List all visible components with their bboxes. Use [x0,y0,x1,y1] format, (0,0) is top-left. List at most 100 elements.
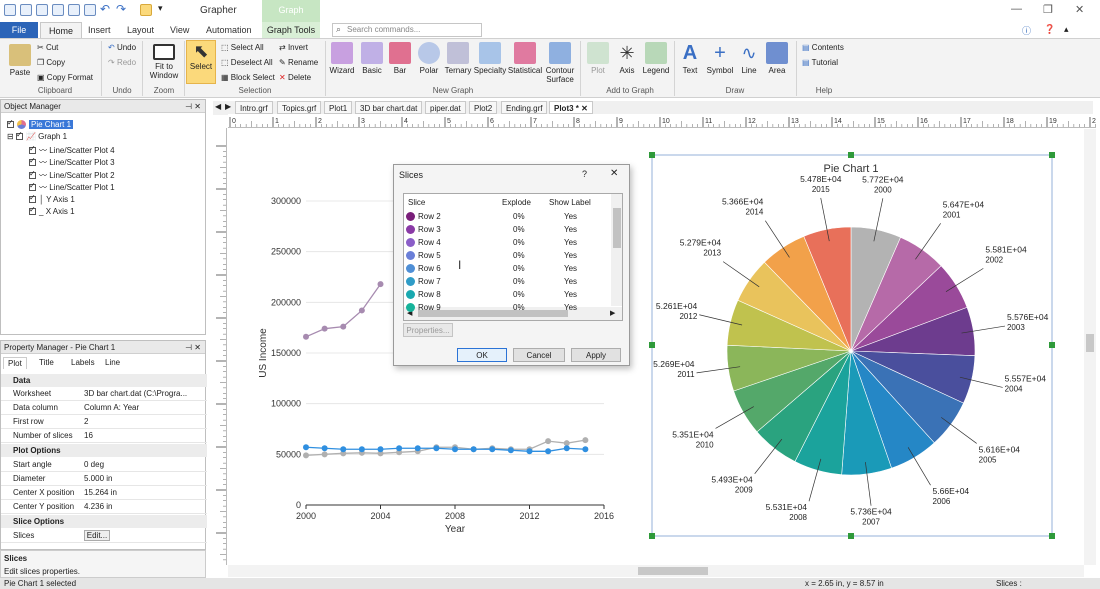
area-button[interactable]: Area [764,42,790,75]
line-button[interactable]: ∿ Line [736,42,762,75]
edit-slices-button[interactable]: Edit... [84,530,110,541]
data-point[interactable] [526,448,533,455]
col-slice[interactable]: Slice [408,198,425,207]
tree-item-graph[interactable]: ⊟ 📈 Graph 1 [7,130,67,141]
undo-icon[interactable]: ↶ [100,2,110,16]
legend-button[interactable]: Legend [641,42,671,75]
rename-button[interactable]: ✎ Rename [279,58,318,67]
redo-icon[interactable]: ↷ [116,2,126,16]
horizontal-scrollbar[interactable] [228,565,1084,577]
minimize-icon[interactable]: — [1011,3,1022,15]
list-scroll-thumb[interactable] [613,208,621,248]
tab-view[interactable]: View [170,25,189,35]
contents-button[interactable]: ▤ Contents [802,43,844,52]
prop-number-of-slices[interactable]: Number of slices 16 [1,429,207,443]
tab-line[interactable]: Line [105,358,120,367]
ok-button[interactable]: OK [457,348,507,362]
doc-tab-3d-bar[interactable]: 3D bar chart.dat [355,101,423,114]
dropdown-icon[interactable]: ▾ [158,3,163,14]
data-point[interactable] [396,445,403,452]
select-button[interactable]: ⬉ Select [186,40,216,84]
series-line[interactable] [305,439,586,456]
data-point[interactable] [470,446,477,453]
col-show-label[interactable]: Show Label [549,198,591,207]
doc-tab-ending[interactable]: Ending.grf [501,101,548,114]
data-point[interactable] [582,446,589,453]
data-point[interactable] [545,438,552,445]
new-icon[interactable] [20,4,32,16]
properties-button[interactable]: Properties... [403,323,453,337]
contour-surface-button[interactable]: Contour Surface [543,42,577,84]
tab-graph-tools[interactable]: Graph Tools [262,22,320,38]
tree-item-x-axis[interactable]: _ X Axis 1 [29,205,75,216]
tab-plot[interactable]: Plot [3,357,27,369]
data-point[interactable] [582,437,589,444]
slice-row[interactable]: Row 9 0% Yes [404,302,610,315]
selection-handle[interactable] [649,342,655,348]
slice-row[interactable]: Row 8 0% Yes [404,289,610,302]
symbol-button[interactable]: + Symbol [704,42,736,75]
tree-item-plot-4[interactable]: 〰 Line/Scatter Plot 4 [29,144,115,156]
search-input[interactable]: Search commands... [332,23,482,37]
data-point[interactable] [489,446,496,453]
copy-button[interactable]: ❐ Copy [37,58,65,67]
dialog-close-button[interactable]: ✕ [610,168,618,179]
cancel-button[interactable]: Cancel [513,348,565,362]
open-icon[interactable] [36,4,48,16]
tutorial-button[interactable]: ▤ Tutorial [802,58,838,67]
pin-close-icon[interactable]: ⊣ ✕ [185,102,201,111]
prop-center-x[interactable]: Center X position 15.264 in [1,486,207,500]
ternary-button[interactable]: Ternary [443,42,473,75]
plot-button[interactable]: Plot [585,42,611,75]
slices-list[interactable]: Slice Explode Show Label ◀ ▶ Row 2 0% Yes R… [403,193,623,321]
doc-tab-plot1[interactable]: Plot1 [324,101,353,114]
prop-start-angle[interactable]: Start angle 0 deg [1,458,207,472]
data-point[interactable] [321,445,328,452]
doc-tab-plot2[interactable]: Plot2 [469,101,498,114]
data-point[interactable] [321,325,328,332]
slice-row[interactable]: Row 6 0% Yes [404,263,610,276]
tab-labels[interactable]: Labels [71,358,95,367]
print-icon[interactable] [68,4,80,16]
tab-home[interactable]: Home [40,22,82,39]
prop-first-row[interactable]: First row 2 [1,415,207,429]
dialog-help-button[interactable]: ? [582,169,587,179]
section-slice-options[interactable]: Slice Options [1,515,207,528]
vertical-scroll-thumb[interactable] [1086,334,1094,352]
plot-canvas[interactable]: 0 50000 100000 150000 200000 250000 300000 2000… [228,129,1083,565]
paste-button[interactable]: Paste [6,44,34,77]
tab-insert[interactable]: Insert [88,25,111,35]
select-icon[interactable] [140,4,152,16]
pin-close-icon[interactable]: ⊣ ✕ [185,343,201,352]
pie-chart[interactable]: Pie Chart 15.772E+0420005.647E+0420015.5… [649,152,1055,539]
axis-button[interactable]: ✳ Axis [614,42,640,75]
scroll-right-icon[interactable]: ▶ [610,309,615,317]
slice-row[interactable]: Row 3 0% Yes [404,224,610,237]
fit-to-window-button[interactable]: Fit to Window [146,44,182,80]
data-point[interactable] [303,333,309,340]
tree-item-plot-1[interactable]: 〰 Line/Scatter Plot 1 [29,181,115,193]
selection-handle[interactable] [848,152,854,158]
horizontal-scroll-thumb[interactable] [638,567,708,575]
selection-handle[interactable] [1049,533,1055,539]
save-icon[interactable] [52,4,64,16]
data-point[interactable] [340,446,347,453]
selection-handle[interactable] [649,533,655,539]
section-plot-options[interactable]: Plot Options [1,444,207,457]
data-point[interactable] [433,445,440,452]
prop-center-y[interactable]: Center Y position 4.236 in [1,500,207,514]
tab-file[interactable]: File [0,22,38,38]
block-select-button[interactable]: ▦ Block Select [221,73,275,82]
selection-handle[interactable] [649,152,655,158]
tree-item-plot-3[interactable]: 〰 Line/Scatter Plot 3 [29,156,115,168]
data-point[interactable] [545,448,552,455]
polar-button[interactable]: Polar [416,42,442,75]
data-point[interactable] [377,281,384,288]
tabs-scroll-right-icon[interactable]: ▶ [225,102,231,111]
export-icon[interactable] [84,4,96,16]
info-icon[interactable]: ⓘ [1022,24,1031,37]
col-explode[interactable]: Explode [502,198,531,207]
select-all-button[interactable]: ⬚ Select All [221,43,264,52]
bar-button[interactable]: Bar [388,42,412,75]
close-icon[interactable]: ✕ [1075,3,1084,16]
